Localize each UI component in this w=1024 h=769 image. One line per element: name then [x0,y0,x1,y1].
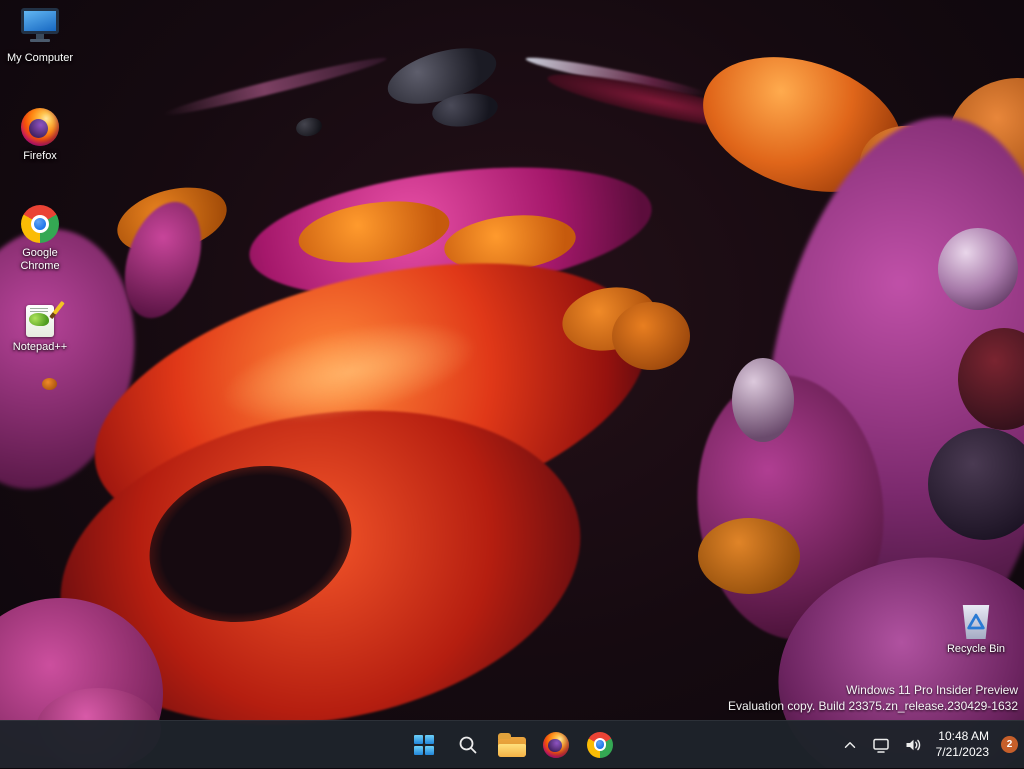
folder-icon [498,737,526,757]
wallpaper-shape [732,358,794,442]
computer-icon [20,8,60,48]
taskbar-center-group [404,725,620,765]
chrome-taskbar-button[interactable] [580,725,620,765]
tray-time: 10:48 AM [938,729,989,745]
wallpaper-shape [42,378,57,390]
firefox-icon [21,108,59,146]
chrome-icon [587,732,613,758]
firefox-taskbar-button[interactable] [536,725,576,765]
wallpaper-shape [938,228,1018,310]
desktop-icon-label: Firefox [23,150,57,163]
desktop[interactable]: My Computer Firefox Google Chrome Notepa… [0,0,1024,768]
watermark-line2: Evaluation copy. Build 23375.zn_release.… [728,698,1018,714]
chrome-icon [21,205,59,243]
wallpaper-shape [294,115,323,138]
desktop-icon-label: Notepad++ [13,341,67,354]
desktop-icon-notepad-plus-plus[interactable]: Notepad++ [2,305,78,354]
chevron-up-icon [841,736,859,754]
tray-date: 7/21/2023 [936,745,989,761]
windows-logo-icon [414,735,434,755]
wallpaper-shape [612,302,690,370]
volume-button[interactable] [898,727,928,763]
watermark-line1: Windows 11 Pro Insider Preview [728,682,1018,698]
desktop-icon-recycle-bin[interactable]: Recycle Bin [938,605,1014,656]
tray-chevron-button[interactable] [836,727,864,763]
search-icon [457,734,479,756]
recycle-bin-icon [961,605,991,639]
notification-badge[interactable]: 2 [1001,736,1018,753]
windows-watermark: Windows 11 Pro Insider Preview Evaluatio… [728,682,1018,714]
desktop-icon-firefox[interactable]: Firefox [2,108,78,163]
desktop-icon-label: Google Chrome [14,247,66,273]
taskbar: 10:48 AM 7/21/2023 2 [0,720,1024,768]
network-button[interactable] [866,727,896,763]
firefox-icon [543,732,569,758]
start-button[interactable] [404,725,444,765]
desktop-icon-my-computer[interactable]: My Computer [2,8,78,65]
desktop-icon-google-chrome[interactable]: Google Chrome [2,205,78,273]
taskbar-clock[interactable]: 10:48 AM 7/21/2023 [930,727,995,763]
network-icon [871,735,891,755]
wallpaper-shape [162,52,388,120]
notepad-icon [26,305,54,337]
search-button[interactable] [448,725,488,765]
file-explorer-button[interactable] [492,725,532,765]
taskbar-tray: 10:48 AM 7/21/2023 2 [836,721,1018,769]
wallpaper-shape [698,518,800,594]
desktop-icon-label: My Computer [7,52,73,65]
desktop-icon-label: Recycle Bin [947,643,1005,656]
speaker-icon [903,735,923,755]
